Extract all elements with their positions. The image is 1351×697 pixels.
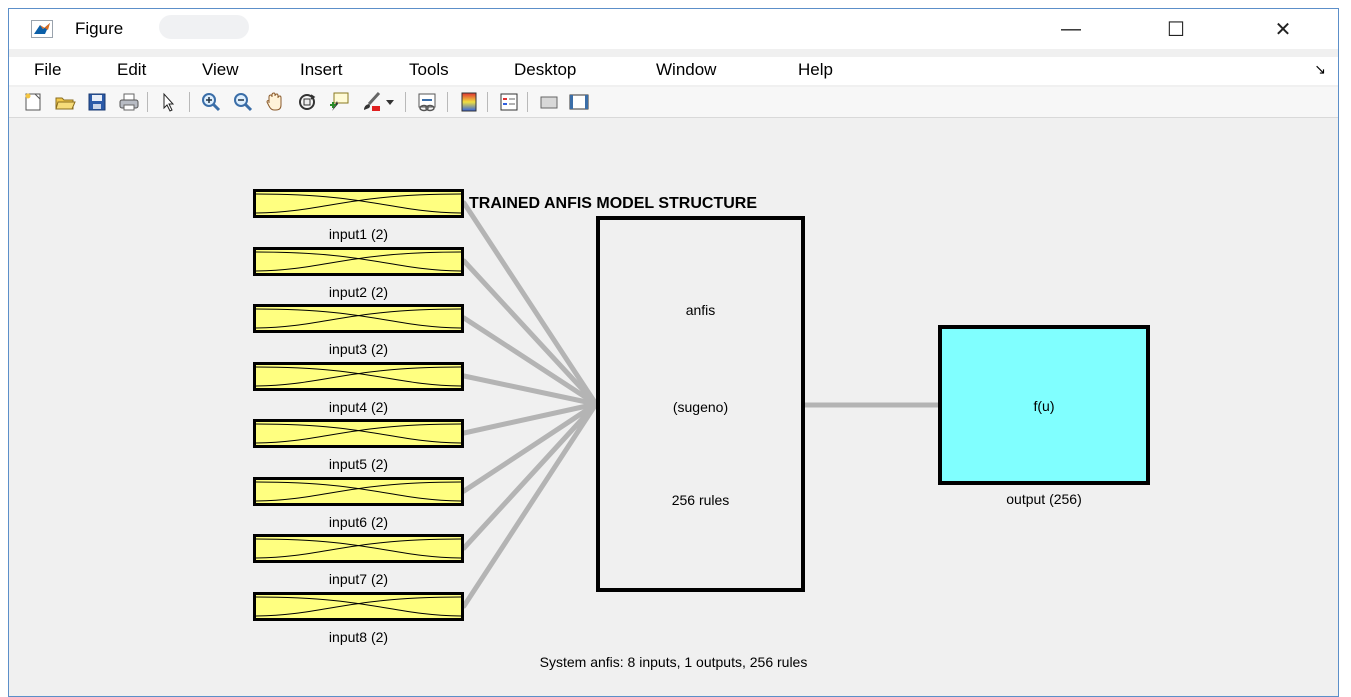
new-figure-icon[interactable] <box>21 90 45 114</box>
toolbar-separator <box>487 92 488 112</box>
output-label: output (256) <box>1006 491 1082 507</box>
input2-mf-box[interactable] <box>253 247 464 276</box>
toolbar-separator <box>405 92 406 112</box>
input8-mf-box[interactable] <box>253 592 464 621</box>
input4-label: input4 (2) <box>328 399 389 415</box>
figure-canvas[interactable]: input1 (2) input2 (2) input3 (2) input4 … <box>9 119 1338 696</box>
matlab-logo-icon <box>31 20 53 38</box>
input2-label: input2 (2) <box>328 284 389 300</box>
redacted-title-area <box>159 15 249 39</box>
menu-edit[interactable]: Edit <box>117 60 146 80</box>
insert-legend-icon[interactable] <box>497 90 521 114</box>
zoom-out-icon[interactable] <box>231 90 255 114</box>
membership-curves-icon <box>256 251 461 272</box>
figure-toolbar <box>9 87 1338 118</box>
input6-mf-box[interactable] <box>253 477 464 506</box>
window-title: Figure <box>75 19 124 38</box>
close-button[interactable]: ✕ <box>1253 9 1313 49</box>
input7-label: input7 (2) <box>328 571 389 587</box>
connection-input1 <box>461 200 599 407</box>
output-function: f(u) <box>1033 398 1055 414</box>
system-rules: 256 rules <box>671 492 730 508</box>
open-file-icon[interactable] <box>53 90 77 114</box>
input5-mf-box[interactable] <box>253 419 464 448</box>
figure-window: Figure — ☐ ✕ File Edit View Insert Tools… <box>8 8 1339 697</box>
pan-hand-icon[interactable] <box>263 90 287 114</box>
brush-icon[interactable] <box>359 90 383 114</box>
brush-dropdown-icon[interactable] <box>383 90 397 114</box>
system-name: anfis <box>685 302 716 318</box>
menu-desktop[interactable]: Desktop <box>514 60 576 80</box>
membership-curves-icon <box>256 423 461 444</box>
insert-colorbar-icon[interactable] <box>457 90 481 114</box>
input5-label: input5 (2) <box>328 456 389 472</box>
toolbar-separator <box>189 92 190 112</box>
menu-file[interactable]: File <box>34 60 61 80</box>
membership-curves-icon <box>256 538 461 559</box>
toolbar-separator <box>527 92 528 112</box>
menu-tools[interactable]: Tools <box>409 60 449 80</box>
title-bar[interactable]: Figure — ☐ ✕ <box>9 9 1338 49</box>
data-cursor-icon[interactable] <box>327 90 351 114</box>
zoom-in-icon[interactable] <box>199 90 223 114</box>
input3-label: input3 (2) <box>328 341 389 357</box>
diagram-title: TRAINED ANFIS MODEL STRUCTURE <box>469 195 757 212</box>
edit-plot-arrow-icon[interactable] <box>157 90 181 114</box>
connection-input8 <box>461 401 599 609</box>
input7-mf-box[interactable] <box>253 534 464 563</box>
menu-bar: File Edit View Insert Tools Desktop Wind… <box>9 57 1338 85</box>
input1-label: input1 (2) <box>328 226 389 242</box>
toolbar-separator <box>447 92 448 112</box>
input3-mf-box[interactable] <box>253 304 464 333</box>
system-type: (sugeno) <box>672 399 729 415</box>
save-icon[interactable] <box>85 90 109 114</box>
menu-help[interactable]: Help <box>798 60 833 80</box>
link-plot-icon[interactable] <box>415 90 439 114</box>
membership-curves-icon <box>256 596 461 617</box>
menu-insert[interactable]: Insert <box>300 60 343 80</box>
print-icon[interactable] <box>117 90 141 114</box>
menu-view[interactable]: View <box>202 60 239 80</box>
input1-mf-box[interactable] <box>253 189 464 218</box>
minimize-button[interactable]: — <box>1041 9 1101 49</box>
rotate-3d-icon[interactable] <box>295 90 319 114</box>
membership-curves-icon <box>256 366 461 387</box>
maximize-button[interactable]: ☐ <box>1146 9 1206 49</box>
input4-mf-box[interactable] <box>253 362 464 391</box>
show-plot-tools-icon[interactable] <box>567 90 591 114</box>
membership-curves-icon <box>256 481 461 502</box>
hide-plot-tools-icon[interactable] <box>537 90 561 114</box>
toolbar-separator <box>147 92 148 112</box>
system-summary: System anfis: 8 inputs, 1 outputs, 256 r… <box>539 654 808 670</box>
input8-label: input8 (2) <box>328 629 389 645</box>
membership-curves-icon <box>256 193 461 214</box>
membership-curves-icon <box>256 308 461 329</box>
dock-arrow-icon[interactable]: ↘ <box>1314 61 1326 78</box>
menu-window[interactable]: Window <box>656 60 716 80</box>
input6-label: input6 (2) <box>328 514 389 530</box>
